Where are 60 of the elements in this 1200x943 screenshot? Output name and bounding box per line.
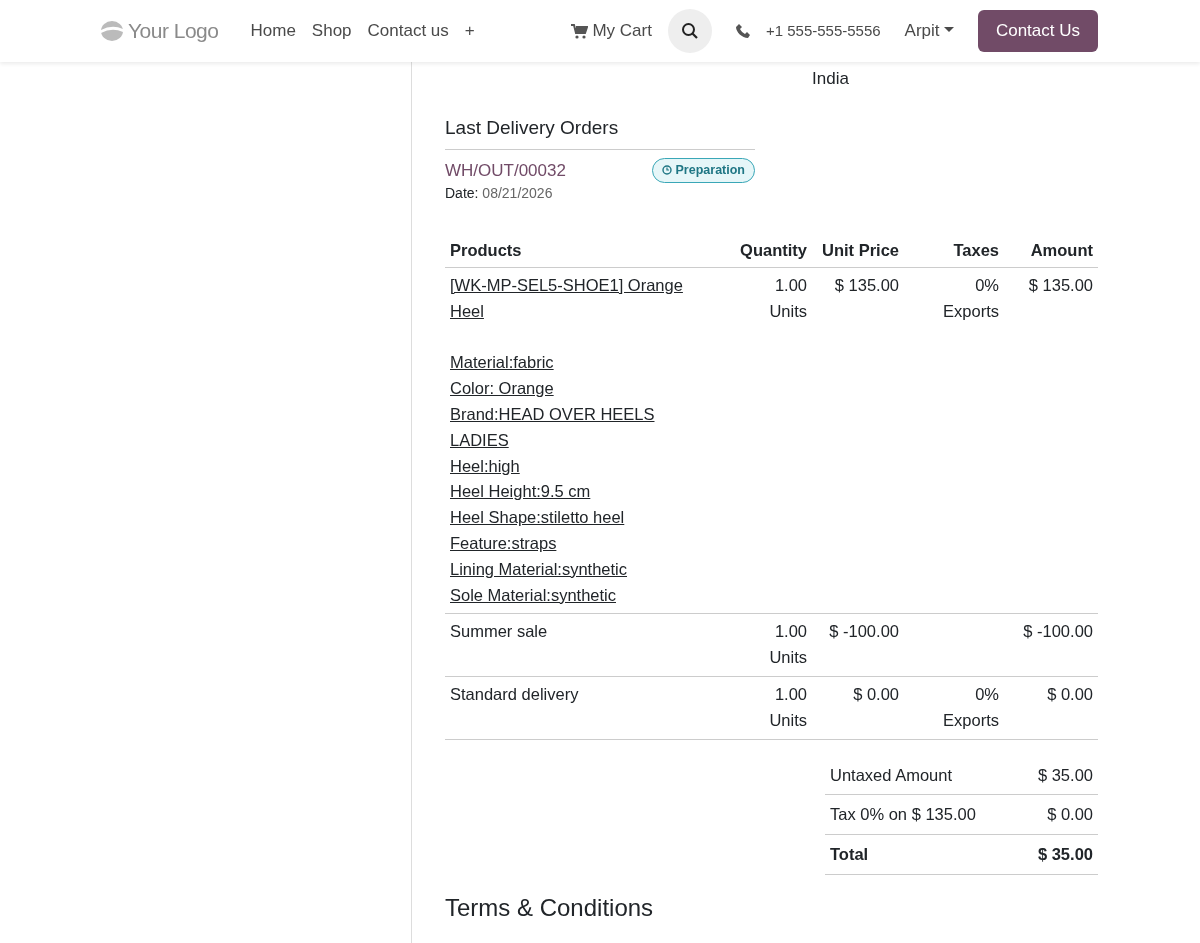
total-value: $ 35.00 xyxy=(1017,755,1098,795)
total-label: Untaxed Amount xyxy=(825,755,1018,795)
nav-link[interactable]: Contact us xyxy=(359,18,457,44)
price-text: $ 135.00 xyxy=(833,274,899,296)
order-link[interactable]: WH/OUT/00032 xyxy=(445,157,566,183)
attribute-link[interactable]: Heel Shape:stiletto heel xyxy=(450,505,697,531)
nav-link[interactable]: Shop xyxy=(303,18,360,44)
status-badge: Preparation xyxy=(651,157,755,183)
phone-link[interactable]: +1 555-555-5556 xyxy=(727,19,889,43)
attribute-link[interactable]: Feature:straps xyxy=(450,530,697,557)
quantity-text: 1.00 xyxy=(773,621,807,643)
user-menu[interactable]: Arpit xyxy=(896,18,962,44)
nav-link[interactable]: + xyxy=(456,18,483,44)
nav-link[interactable]: Home xyxy=(242,18,304,44)
attribute-link[interactable]: Material:fabric xyxy=(450,350,697,377)
column-header: Products xyxy=(445,234,702,268)
contact-us-button[interactable]: Contact Us xyxy=(977,10,1098,52)
total-value: $ 0.00 xyxy=(1017,794,1098,835)
date-text: Date: 08/21/2026 xyxy=(445,184,554,203)
product-name: Standard delivery xyxy=(450,684,579,703)
attribute-link[interactable]: Heel Height:9.5 cm xyxy=(450,479,697,506)
attribute-link[interactable]: Brand:HEAD OVER HEELS LADIES xyxy=(450,401,697,454)
amount-text: $ 135.00 xyxy=(1027,274,1093,296)
attribute-link[interactable]: Color: Orange xyxy=(450,376,697,402)
unit-text: Units xyxy=(768,647,807,669)
quantity-text: 1.00 xyxy=(773,683,807,705)
product-name: Summer sale xyxy=(450,622,548,641)
column-header: Unit Price xyxy=(812,234,904,268)
quantity-text: 1.00 xyxy=(773,274,807,296)
column-header: Taxes xyxy=(904,234,1004,268)
tax-name-text: Exports xyxy=(942,709,999,731)
amount-text: $ 0.00 xyxy=(1046,683,1093,705)
column-header: Amount xyxy=(1004,234,1098,268)
amount-text: $ -100.00 xyxy=(1022,621,1093,643)
total-label: Total xyxy=(825,834,1018,875)
address-text: India xyxy=(812,68,850,90)
search-button[interactable] xyxy=(667,9,712,53)
unit-text: Units xyxy=(768,709,807,731)
search-icon xyxy=(680,22,699,40)
column-header: Quantity xyxy=(702,234,812,268)
tax-name-text: Exports xyxy=(942,300,999,322)
tax-rate-text: 0% xyxy=(974,274,999,296)
cart-icon xyxy=(571,23,589,39)
logo-icon xyxy=(100,20,124,42)
attribute-link[interactable]: Sole Material:synthetic xyxy=(450,582,697,609)
logo-text[interactable]: Your Logo xyxy=(128,15,219,47)
section-title: Last Delivery Orders xyxy=(445,114,755,150)
phone-icon xyxy=(735,24,750,38)
price-text: $ 0.00 xyxy=(852,683,899,705)
unit-text: Units xyxy=(768,300,807,322)
cart-link[interactable]: My Cart xyxy=(563,18,660,44)
clock-icon xyxy=(661,165,672,176)
price-text: $ -100.00 xyxy=(828,621,899,643)
total-value: $ 35.00 xyxy=(1017,834,1098,875)
attribute-link[interactable]: Heel:high xyxy=(450,453,697,480)
attribute-link[interactable]: Lining Material:synthetic xyxy=(450,556,697,583)
tax-rate-text: 0% xyxy=(974,683,999,705)
product-link[interactable]: [WK-MP-SEL5-SHOE1] Orange Heel xyxy=(450,272,697,325)
total-label: Tax 0% on $ 135.00 xyxy=(825,794,1018,835)
section-heading: Terms & Conditions xyxy=(445,892,655,923)
